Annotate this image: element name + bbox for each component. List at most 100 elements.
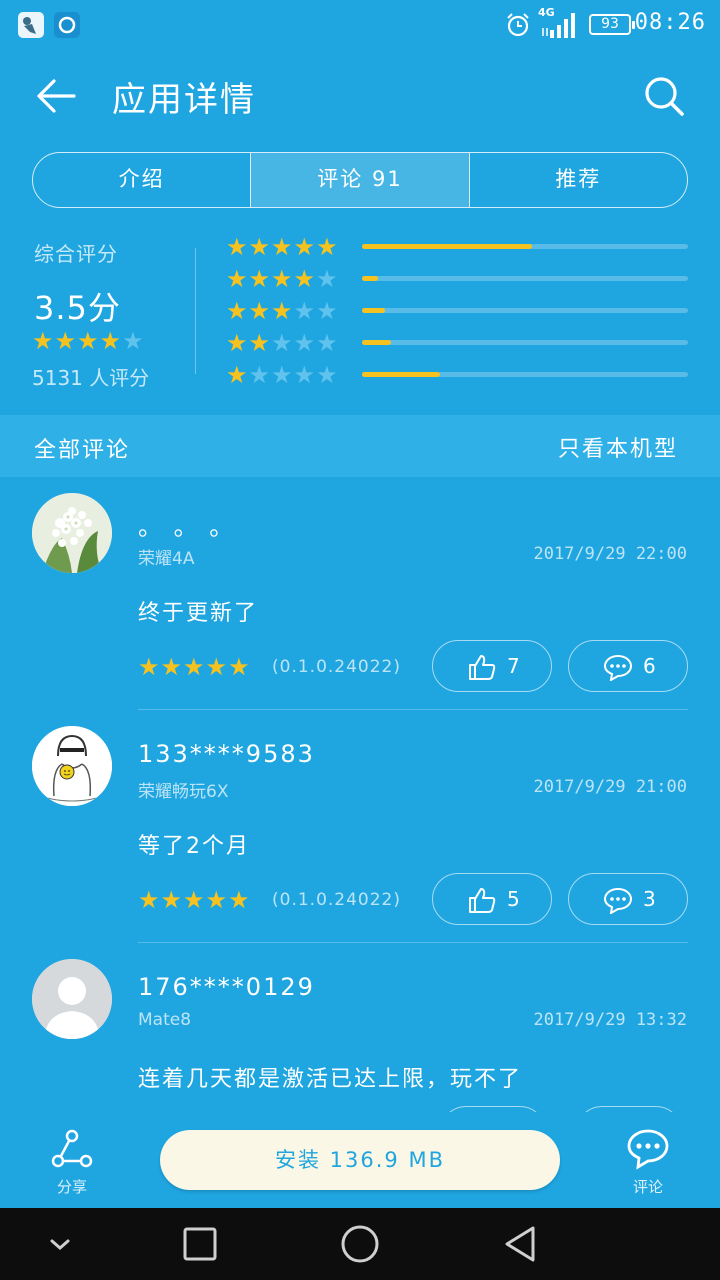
star-filled-icon: ★: [228, 886, 250, 914]
review-time: 2017/9/29 22:00: [533, 544, 687, 564]
rating-bar-3: ★ ★ ★ ★ ★: [226, 299, 688, 323]
rating-divider: [195, 248, 196, 374]
rating-bar-stars: ★ ★ ★ ★ ★: [226, 267, 338, 291]
star-filled-icon: ★: [183, 653, 205, 681]
star-filled-icon: ★: [160, 886, 183, 914]
star-empty-icon: ★: [122, 327, 144, 355]
reply-button[interactable]: 6: [568, 640, 688, 692]
rating-bar-1: ★ ★ ★ ★ ★: [226, 363, 688, 387]
star-filled-icon: ★: [248, 233, 271, 261]
star-filled-icon: ★: [205, 653, 228, 681]
page-title: 应用详情: [112, 80, 256, 120]
reply-count: 6: [643, 654, 656, 678]
review-time: 2017/9/29 13:32: [533, 1010, 687, 1030]
review-item: 176****0129 Mate8 2017/9/29 13:32 连着几天都是…: [0, 943, 720, 1112]
review-version: (0.1.0.24022): [272, 657, 402, 677]
review-author: 133****9583: [138, 740, 315, 768]
tab-reviews[interactable]: 评论 91: [250, 153, 469, 207]
star-filled-icon: ★: [77, 327, 99, 355]
arrow-left-icon[interactable]: [34, 76, 78, 116]
alarm-icon: [507, 13, 529, 37]
star-filled-icon: ★: [293, 265, 316, 293]
star-filled-icon: ★: [138, 653, 160, 681]
star-filled-icon: ★: [248, 297, 271, 325]
reply-button[interactable]: 3: [568, 873, 688, 925]
review-version: (0.1.0.24022): [272, 890, 402, 910]
rating-bar-stars: ★ ★ ★ ★ ★: [226, 331, 338, 355]
search-icon[interactable]: [642, 74, 686, 118]
notification-app-icon: [18, 12, 44, 38]
tab-recommend[interactable]: 推荐: [468, 153, 687, 207]
review-text: 终于更新了: [138, 601, 259, 626]
recent-apps-icon[interactable]: [180, 1224, 220, 1264]
star-filled-icon: ★: [226, 297, 248, 325]
star-empty-icon: ★: [293, 361, 316, 389]
tab-intro[interactable]: 介绍: [33, 153, 250, 207]
star-empty-icon: ★: [316, 329, 338, 357]
review-device: 荣耀4A: [138, 549, 195, 569]
rating-label: 综合评分: [34, 242, 118, 266]
rating-bar-2: ★ ★ ★ ★ ★: [226, 331, 688, 355]
star-filled-icon: ★: [271, 233, 293, 261]
star-empty-icon: ★: [316, 265, 338, 293]
rating-bar-4: ★ ★ ★ ★ ★: [226, 267, 688, 291]
star-filled-icon: ★: [248, 265, 271, 293]
rating-stars: ★ ★ ★ ★ ★: [32, 329, 144, 353]
system-navigation-bar: [0, 1208, 720, 1280]
review-stars: ★ ★ ★ ★ ★: [138, 655, 250, 679]
chevron-down-icon[interactable]: [40, 1224, 80, 1264]
rating-bar-track: [362, 340, 688, 345]
comment-label: 评论: [632, 1178, 663, 1196]
install-button[interactable]: 安装 136.9 MB: [160, 1130, 560, 1190]
star-filled-icon: ★: [226, 361, 248, 389]
star-empty-icon: ★: [293, 297, 316, 325]
share-button[interactable]: 分享: [27, 1128, 117, 1197]
home-icon[interactable]: [340, 1224, 380, 1264]
back-triangle-icon[interactable]: [500, 1224, 540, 1264]
review-author: 。 。 。: [138, 513, 236, 541]
comment-button[interactable]: 评论: [603, 1128, 693, 1197]
rating-bar-stars: ★ ★ ★ ★ ★: [226, 363, 338, 387]
rating-bar-track: [362, 372, 688, 377]
rating-bar-fill: [362, 372, 441, 377]
like-button[interactable]: 5: [432, 873, 552, 925]
battery-indicator: 93: [589, 14, 635, 35]
review-time: 2017/9/29 21:00: [533, 777, 687, 797]
review-text: 等了2个月: [138, 834, 250, 859]
rating-bar-stars: ★ ★ ★ ★ ★: [226, 299, 338, 323]
review-device: Mate8: [138, 1010, 192, 1030]
rating-bar-track: [362, 308, 688, 313]
rating-bar-fill: [362, 276, 379, 281]
rating-bar-5: ★ ★ ★ ★ ★: [226, 235, 688, 259]
share-icon: [51, 1129, 93, 1168]
comment-icon: [603, 654, 633, 681]
comment-icon: [627, 1129, 669, 1170]
all-reviews-title: 全部评论: [34, 438, 131, 463]
reviews-section-header: 全部评论 只看本机型: [0, 415, 720, 477]
star-filled-icon: ★: [226, 233, 248, 261]
rating-bar-fill: [362, 308, 385, 313]
avatar[interactable]: [32, 726, 112, 806]
avatar[interactable]: [32, 493, 112, 573]
review-text: 连着几天都是激活已达上限，玩不了: [138, 1067, 523, 1092]
rating-count: 5131 人评分: [32, 366, 150, 390]
clock: 08:26: [634, 10, 706, 35]
rating-bar-track: [362, 276, 688, 281]
same-model-filter[interactable]: 只看本机型: [558, 431, 678, 463]
star-filled-icon: ★: [54, 327, 77, 355]
star-empty-icon: ★: [316, 297, 338, 325]
star-filled-icon: ★: [271, 297, 293, 325]
review-item: 。 。 。 荣耀4A 2017/9/29 22:00 终于更新了 ★ ★ ★ ★ ★ (…: [0, 477, 720, 710]
bottom-action-bar: 分享 安装 136.9 MB 评论: [0, 1112, 720, 1208]
avatar[interactable]: [32, 959, 112, 1039]
thumbs-up-icon: [469, 655, 496, 680]
star-filled-icon: ★: [138, 886, 160, 914]
like-count: 7: [507, 654, 520, 678]
share-label: 分享: [56, 1178, 87, 1196]
default-user-icon: [32, 959, 112, 1039]
star-empty-icon: ★: [316, 361, 338, 389]
like-button[interactable]: 7: [432, 640, 552, 692]
thumbs-up-icon: [469, 888, 496, 913]
rating-bar-fill: [362, 340, 392, 345]
star-filled-icon: ★: [183, 886, 205, 914]
